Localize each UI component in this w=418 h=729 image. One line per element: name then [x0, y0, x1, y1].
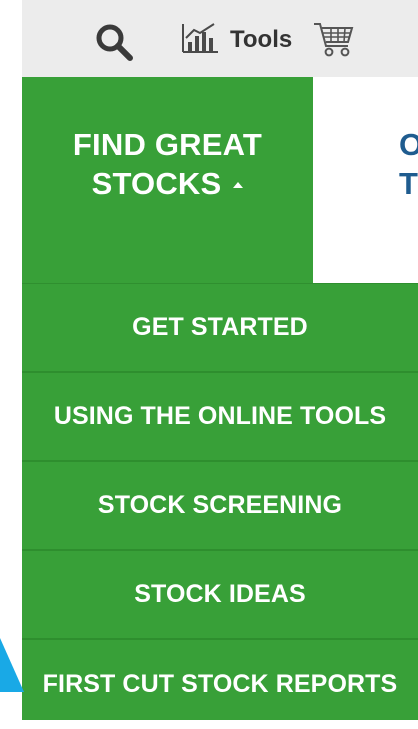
- menu-item-stock-ideas[interactable]: STOCK IDEAS: [22, 551, 418, 640]
- find-great-stocks-line1: FIND GREAT: [72, 127, 263, 162]
- menu-item-first-cut-stock-reports[interactable]: FIRST CUT STOCK REPORTS: [22, 640, 418, 729]
- find-great-stocks-line2-row: STOCKS: [22, 164, 313, 203]
- find-great-stocks-dropdown: GET STARTED USING THE ONLINE TOOLS STOCK…: [22, 283, 418, 720]
- menu-item-stock-screening[interactable]: STOCK SCREENING: [22, 462, 418, 551]
- find-great-stocks-line2: STOCKS: [91, 166, 222, 201]
- top-toolbar: Tools: [22, 0, 418, 77]
- tools-label: Tools: [230, 26, 293, 53]
- bar-chart-icon: [180, 20, 220, 61]
- next-nav-line2: TO: [399, 166, 418, 201]
- find-great-stocks-tab[interactable]: FIND GREAT STOCKS: [22, 77, 313, 283]
- shopping-cart-icon[interactable]: [312, 18, 356, 60]
- menu-item-using-online-tools[interactable]: USING THE ONLINE TOOLS: [22, 373, 418, 462]
- next-nav-tab-partial[interactable]: O TO: [313, 77, 418, 283]
- left-gutter: [0, 0, 22, 720]
- menu-item-get-started[interactable]: GET STARTED: [22, 284, 418, 373]
- next-nav-line1: O: [399, 127, 418, 162]
- pointer-arrow-icon: [0, 638, 24, 692]
- search-icon[interactable]: [94, 22, 134, 62]
- tools-link[interactable]: Tools: [180, 20, 292, 60]
- caret-up-icon: [233, 182, 244, 188]
